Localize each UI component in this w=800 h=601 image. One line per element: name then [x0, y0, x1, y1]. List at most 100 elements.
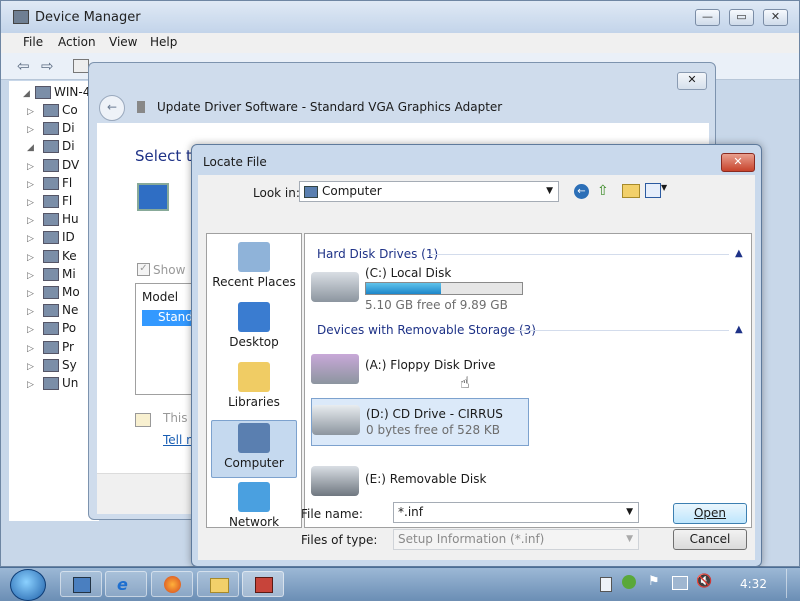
tree-expander-icon[interactable]: ▷ — [27, 362, 37, 372]
group-hard-disk-drives[interactable]: Hard Disk Drives (1) — [317, 247, 438, 261]
tree-expander-icon[interactable]: ▷ — [27, 325, 37, 335]
close-button[interactable]: ✕ — [763, 9, 788, 26]
tree-root[interactable]: ◢ WIN-4 — [23, 85, 90, 103]
tree-expander-icon[interactable]: ▷ — [27, 198, 37, 208]
tree-item-label: Mo — [62, 285, 80, 299]
new-folder-icon[interactable] — [622, 184, 640, 198]
chevron-down-icon[interactable]: ▼ — [661, 183, 667, 192]
forward-arrow-icon[interactable]: ⇨ — [41, 57, 54, 75]
tree-item-label: Ke — [62, 248, 77, 263]
place-desktop[interactable]: Desktop — [211, 300, 297, 358]
tree-item[interactable]: ▷ Fl — [27, 176, 72, 194]
place-libraries[interactable]: Libraries — [211, 360, 297, 418]
look-in-label: Look in: — [253, 186, 300, 200]
look-in-select[interactable]: Computer ▼ — [299, 181, 559, 202]
tree-item[interactable]: ▷ Mi — [27, 267, 76, 285]
tree-item[interactable]: ▷ Po — [27, 321, 76, 339]
tree-expander-icon[interactable]: ▷ — [27, 344, 37, 354]
drive-e[interactable]: (E:) Removable Disk — [305, 458, 555, 504]
cd-drive-icon — [312, 405, 360, 435]
back-arrow-icon[interactable]: ← — [574, 184, 589, 199]
place-recent-places[interactable]: Recent Places — [211, 240, 297, 298]
model-item[interactable]: Stand — [142, 310, 196, 326]
tree-expander-icon[interactable]: ▷ — [27, 380, 37, 390]
tree-item-label: Ne — [62, 303, 79, 318]
tree-item[interactable]: ▷ Co — [27, 103, 78, 121]
tree-item[interactable]: ▷ Ke — [27, 249, 77, 267]
drive-a[interactable]: (A:) Floppy Disk Drive — [305, 346, 555, 392]
group-removable-storage[interactable]: Devices with Removable Storage (3) — [317, 323, 536, 337]
place-computer[interactable]: Computer — [211, 420, 297, 478]
tree-expander-icon[interactable]: ◢ — [27, 143, 37, 153]
tree-expander-icon[interactable]: ▷ — [27, 216, 37, 226]
taskbar-firefox-button[interactable] — [151, 571, 193, 597]
cancel-button[interactable]: Cancel — [673, 529, 747, 550]
menu-help[interactable]: Help — [150, 35, 177, 49]
collapse-chevron-icon[interactable]: ▲ — [735, 324, 743, 335]
tree-expander-icon[interactable]: ▷ — [27, 271, 37, 281]
view-menu-icon[interactable] — [645, 183, 661, 198]
action-center-flag-icon[interactable]: ⚑ — [648, 574, 660, 589]
open-button[interactable]: Open — [673, 503, 747, 524]
dialog-close-button[interactable]: ✕ — [721, 153, 755, 172]
display-icon[interactable] — [672, 576, 688, 590]
tree-expander-icon[interactable]: ▷ — [27, 234, 37, 244]
back-arrow-icon[interactable]: ⇦ — [17, 57, 30, 75]
menu-view[interactable]: View — [109, 35, 137, 49]
start-button[interactable] — [10, 569, 46, 601]
show-desktop-button[interactable] — [786, 569, 799, 598]
file-name-input[interactable]: *.inf ▼ — [393, 502, 639, 523]
drive-c[interactable]: (C:) Local Disk 5.10 GB free of 9.89 GB — [305, 264, 555, 312]
clock[interactable]: 4:32 — [740, 577, 767, 591]
file-type-select[interactable]: Setup Information (*.inf) ▼ — [393, 529, 639, 550]
tree-item[interactable]: ▷ Hu — [27, 212, 79, 230]
update-driver-close-button[interactable]: ✕ — [677, 72, 707, 90]
tree-expander-icon[interactable]: ▷ — [27, 289, 37, 299]
menu-file[interactable]: File — [23, 35, 43, 49]
taskbar-explorer-button[interactable] — [60, 571, 102, 597]
tree-item[interactable]: ▷ Di — [27, 121, 75, 139]
tree-item[interactable]: ◢ Di — [27, 139, 75, 157]
tree-expander-icon[interactable]: ▷ — [27, 253, 37, 263]
chevron-down-icon: ▼ — [546, 186, 553, 196]
menu-action[interactable]: Action — [58, 35, 96, 49]
tree-item[interactable]: ▷ Sy — [27, 358, 77, 376]
model-column-header: Model — [142, 290, 179, 304]
tree-expander-icon[interactable]: ▷ — [27, 107, 37, 117]
tree-item[interactable]: ▷ Fl — [27, 194, 72, 212]
volume-muted-icon[interactable]: 🔇 — [696, 574, 712, 589]
device-category-icon — [43, 377, 59, 390]
device-category-icon — [43, 304, 59, 318]
taskbar-device-manager-button[interactable] — [242, 571, 284, 597]
tree-expander-icon[interactable]: ▷ — [27, 162, 37, 172]
tree-item-label: Po — [62, 321, 77, 336]
tree-expander-icon[interactable]: ▷ — [27, 125, 37, 135]
place-network[interactable]: Network — [211, 480, 297, 538]
tree-expander-icon[interactable]: ▷ — [27, 180, 37, 190]
maximize-button[interactable]: ▭ — [729, 9, 754, 26]
up-folder-icon[interactable]: ⇧ — [597, 183, 609, 199]
chevron-down-icon[interactable]: ▼ — [626, 503, 633, 522]
properties-icon[interactable] — [73, 59, 89, 73]
taskbar-ie-button[interactable]: e — [105, 571, 147, 597]
tree-item-label: Sy — [62, 357, 77, 372]
drive-d-selected[interactable]: (D:) CD Drive - CIRRUS 0 bytes free of 5… — [311, 398, 529, 446]
taskbar-folder-button[interactable] — [197, 571, 239, 597]
document-icon[interactable] — [600, 577, 612, 592]
device-category-icon — [43, 122, 59, 136]
tree-item[interactable]: ▷ DV — [27, 158, 79, 176]
network-status-icon[interactable] — [622, 575, 636, 589]
back-arrow-icon[interactable]: ← — [99, 95, 125, 121]
tree-expander-icon[interactable]: ▷ — [27, 307, 37, 317]
tree-item[interactable]: ▷ Mo — [27, 285, 80, 303]
tree-item[interactable]: ▷ Un — [27, 376, 78, 394]
tree-item[interactable]: ▷ Pr — [27, 340, 74, 358]
tree-item[interactable]: ▷ Ne — [27, 303, 78, 321]
internet-explorer-icon: e — [117, 575, 128, 594]
adapter-icon — [137, 101, 145, 113]
explorer-icon — [73, 577, 91, 593]
minimize-button[interactable]: — — [695, 9, 720, 26]
tree-item[interactable]: ▷ ID — [27, 230, 75, 248]
collapse-chevron-icon[interactable]: ▲ — [735, 248, 743, 259]
show-compatible-checkbox[interactable]: ✓ — [137, 263, 150, 276]
